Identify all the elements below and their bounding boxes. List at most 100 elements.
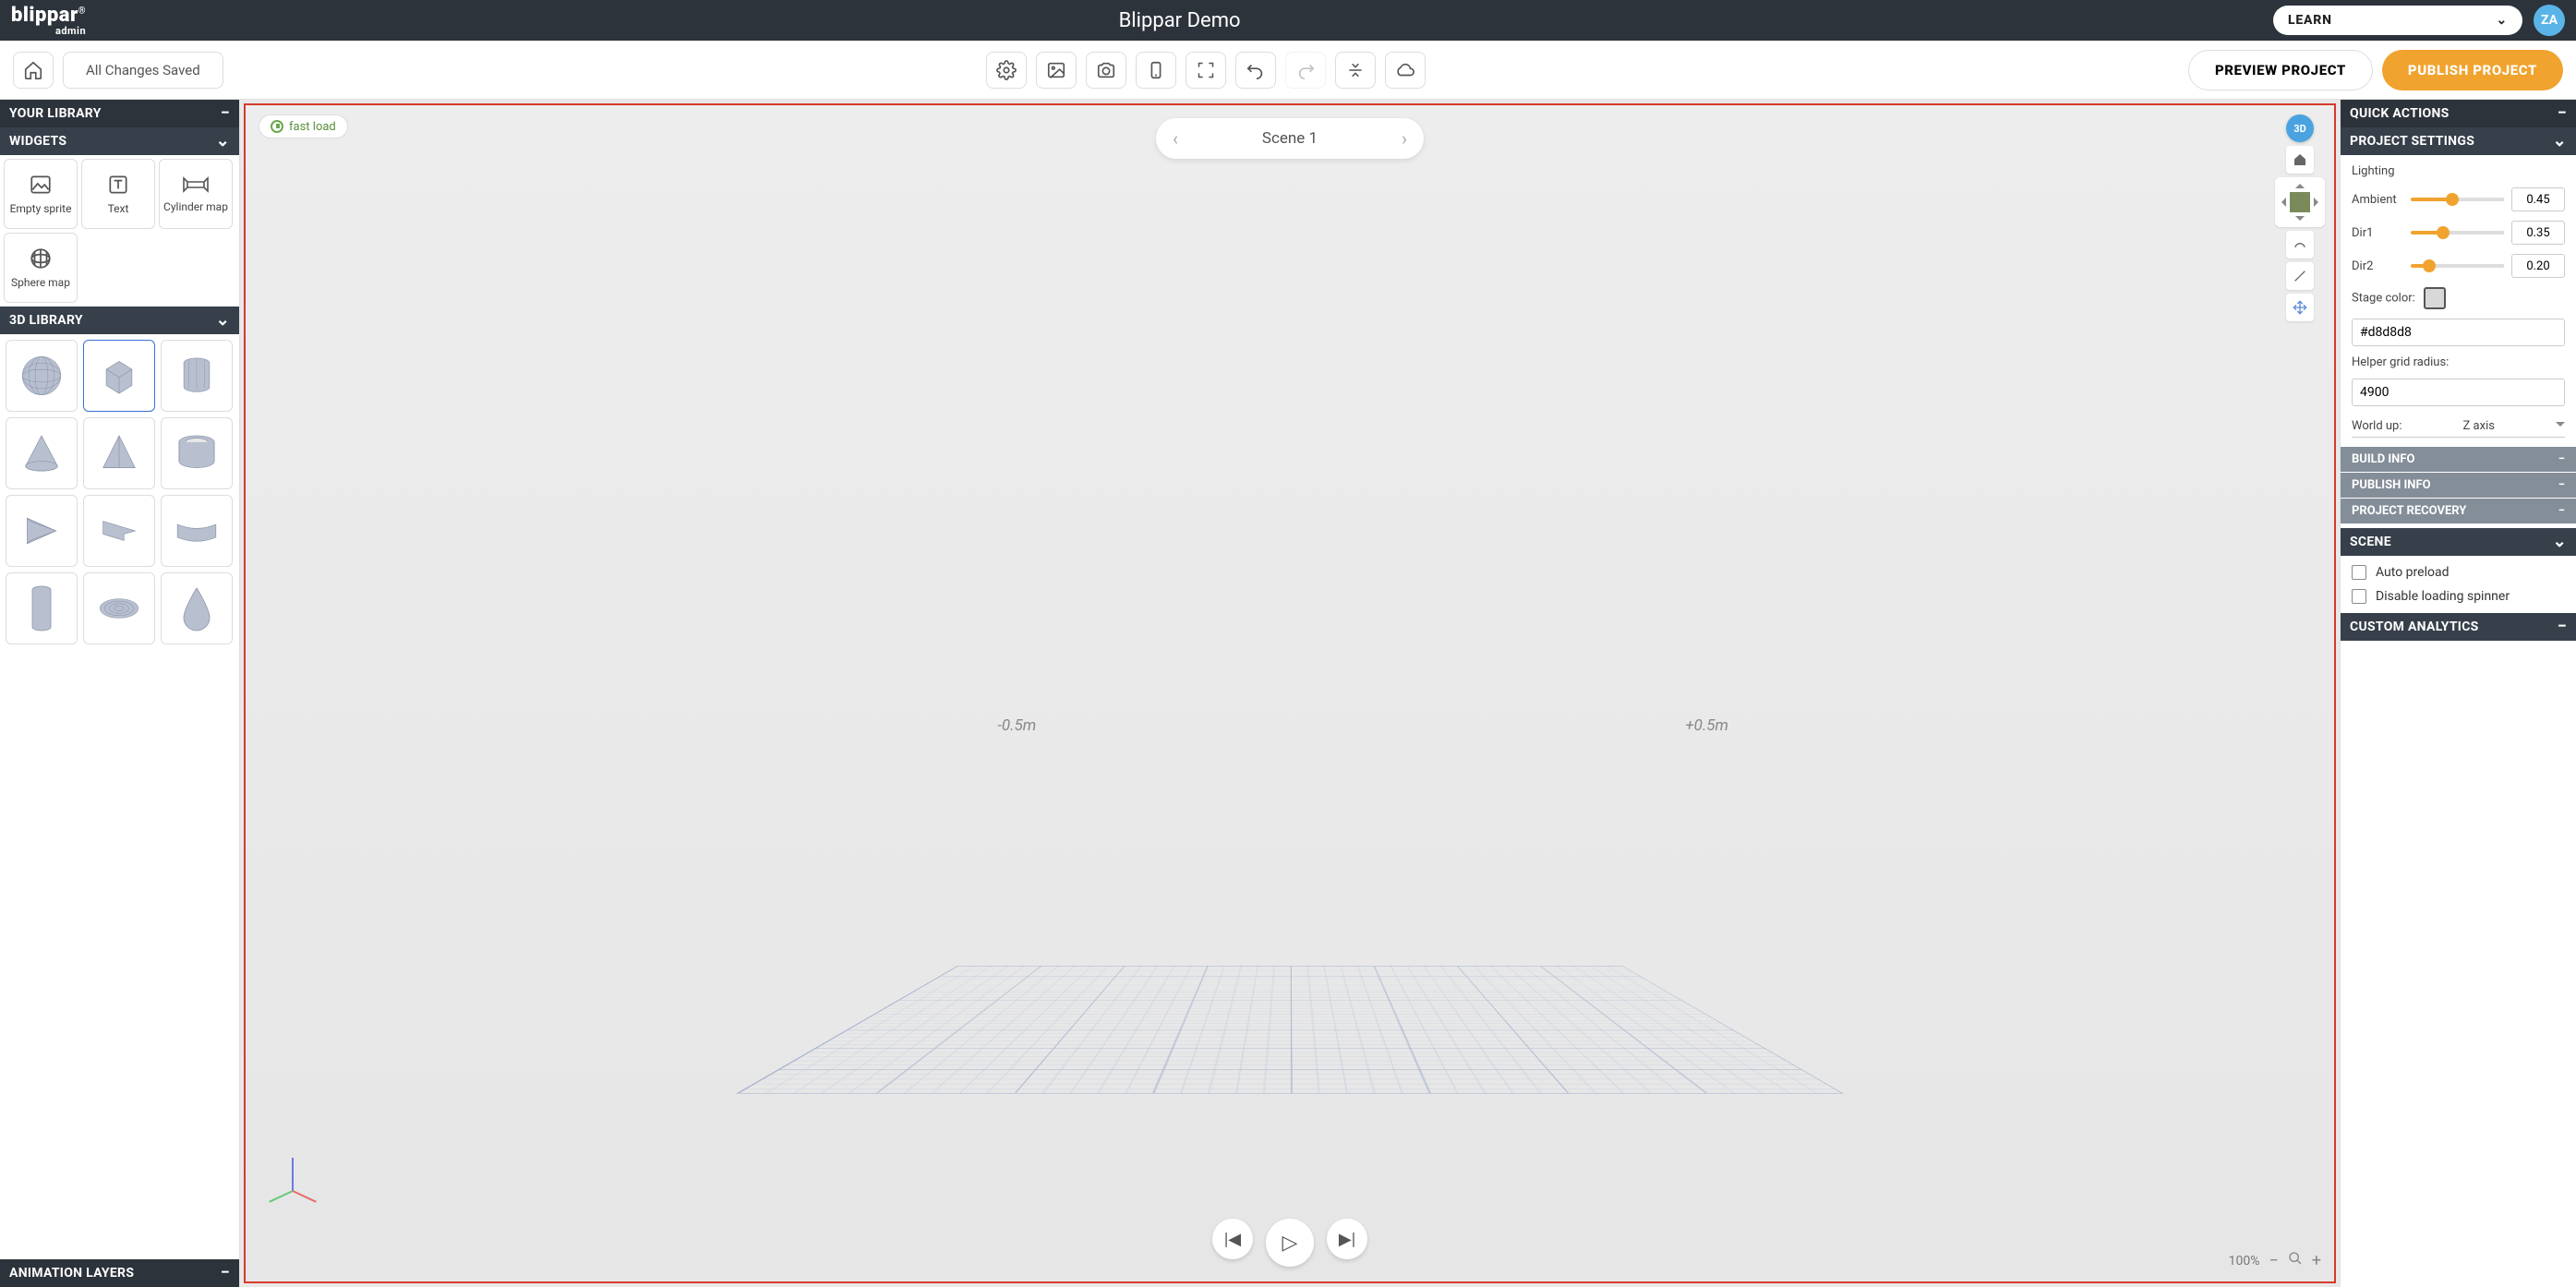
- 3d-library-header[interactable]: 3D LIBRARY ⌄: [0, 307, 239, 334]
- build-info-header[interactable]: BUILD INFO −: [2341, 447, 2576, 473]
- publish-info-label: PUBLISH INFO: [2352, 478, 2431, 492]
- logo-text: blippar: [11, 4, 78, 27]
- quick-actions-header[interactable]: QUICK ACTIONS −: [2341, 100, 2576, 127]
- preview-project-button[interactable]: PREVIEW PROJECT: [2188, 50, 2373, 90]
- shape-sphere[interactable]: [6, 340, 78, 412]
- expand-icon: [1197, 61, 1215, 79]
- skip-forward-button[interactable]: ▶|: [1327, 1219, 1367, 1259]
- stage-color-input[interactable]: [2352, 319, 2565, 346]
- shape-tube[interactable]: [161, 417, 233, 489]
- orbit-button[interactable]: [2286, 231, 2314, 259]
- home-icon: [2293, 152, 2307, 167]
- minus-icon: −: [2558, 452, 2565, 466]
- play-button[interactable]: ▷: [1266, 1219, 1314, 1267]
- 3d-badge[interactable]: 3D: [2286, 114, 2314, 142]
- publish-info-header[interactable]: PUBLISH INFO −: [2341, 473, 2576, 499]
- zoom-reset-button[interactable]: [2288, 1251, 2303, 1270]
- redo-icon: [1295, 60, 1316, 80]
- your-library-header[interactable]: YOUR LIBRARY −: [0, 100, 239, 127]
- scene-header[interactable]: SCENE ⌄: [2341, 528, 2576, 556]
- prev-scene-button[interactable]: ‹: [1173, 127, 1178, 150]
- next-scene-button[interactable]: ›: [1402, 127, 1407, 150]
- shape-cube[interactable]: [83, 340, 155, 412]
- can-icon: [23, 583, 60, 634]
- dir1-slider[interactable]: [2411, 231, 2504, 235]
- shape-ribbon[interactable]: [161, 495, 233, 567]
- user-avatar[interactable]: ZA: [2534, 5, 2565, 36]
- shape-cone[interactable]: [6, 417, 78, 489]
- shape-drop[interactable]: [161, 572, 233, 644]
- project-recovery-label: PROJECT RECOVERY: [2352, 504, 2466, 518]
- checkbox-icon: [2352, 589, 2366, 604]
- chevron-down-icon: ⌄: [2496, 13, 2508, 28]
- shape-can[interactable]: [6, 572, 78, 644]
- scene-navigator: ‹ Scene 1 ›: [1156, 118, 1424, 159]
- project-settings-body: Lighting Ambient Dir1 Dir2 Stage color:: [2341, 155, 2576, 447]
- widgets-header[interactable]: WIDGETS ⌄: [0, 127, 239, 155]
- device-button[interactable]: [1136, 52, 1176, 89]
- top-bar: blippar® admin Blippar Demo LEARN ⌄ ZA: [0, 0, 2576, 41]
- skip-back-button[interactable]: |◀: [1212, 1219, 1253, 1259]
- widget-text[interactable]: Text: [81, 159, 155, 229]
- animation-layers-header[interactable]: ANIMATION LAYERS −: [0, 1259, 239, 1287]
- playback-controls: |◀ ▷ ▶|: [1212, 1219, 1367, 1267]
- zoom-in-button[interactable]: +: [2312, 1251, 2321, 1270]
- undo-button[interactable]: [1235, 52, 1276, 89]
- grid-radius-input[interactable]: [2352, 379, 2565, 406]
- chevron-down-icon: ⌄: [216, 133, 230, 150]
- redo-button[interactable]: [1285, 52, 1326, 89]
- canvas-area[interactable]: fast load ‹ Scene 1 › 3D: [240, 100, 2340, 1287]
- camera-button[interactable]: [1086, 52, 1126, 89]
- cube-icon: [95, 352, 143, 400]
- publish-project-button[interactable]: PUBLISH PROJECT: [2382, 50, 2563, 90]
- arrow-3d-icon: [95, 507, 143, 555]
- cylinder-icon: [173, 352, 221, 400]
- pan-button[interactable]: [2286, 262, 2314, 290]
- cloud-button[interactable]: [1385, 52, 1426, 89]
- widget-empty-sprite[interactable]: Empty sprite: [4, 159, 78, 229]
- shape-play[interactable]: [6, 495, 78, 567]
- ambient-slider[interactable]: [2411, 198, 2504, 201]
- widget-sphere-map[interactable]: Sphere map: [4, 233, 78, 303]
- axis-gizmo: [273, 1143, 329, 1198]
- y-axis: [269, 1190, 293, 1203]
- project-settings-header[interactable]: PROJECT SETTINGS ⌄: [2341, 127, 2576, 155]
- shape-disc[interactable]: [83, 572, 155, 644]
- custom-analytics-header[interactable]: CUSTOM ANALYTICS −: [2341, 613, 2576, 641]
- dir2-slider[interactable]: [2411, 264, 2504, 268]
- fullscreen-button[interactable]: [1186, 52, 1226, 89]
- home-view-button[interactable]: [2286, 146, 2314, 174]
- dir2-input[interactable]: [2511, 254, 2565, 278]
- stage-color-swatch[interactable]: [2424, 287, 2446, 309]
- shape-pyramid[interactable]: [83, 417, 155, 489]
- home-button[interactable]: [13, 52, 54, 89]
- cylinder-map-icon: [182, 174, 210, 195]
- move-button[interactable]: [2286, 294, 2314, 321]
- ambient-input[interactable]: [2511, 187, 2565, 211]
- center-tools: [986, 52, 1426, 89]
- image-button[interactable]: [1036, 52, 1077, 89]
- shape-cylinder[interactable]: [161, 340, 233, 412]
- shape-arrow[interactable]: [83, 495, 155, 567]
- cube-down[interactable]: [2295, 216, 2305, 225]
- dim-left: -0.5m: [997, 716, 1036, 735]
- project-recovery-header[interactable]: PROJECT RECOVERY −: [2341, 499, 2576, 524]
- cube-up[interactable]: [2295, 179, 2305, 188]
- settings-button[interactable]: [986, 52, 1027, 89]
- widget-cylinder-map[interactable]: Cylinder map: [159, 159, 233, 229]
- widget-label: Text: [108, 202, 129, 215]
- auto-preload-checkbox[interactable]: Auto preload: [2352, 565, 2565, 580]
- world-up-select[interactable]: World up: Z axis: [2352, 415, 2565, 438]
- learn-dropdown[interactable]: LEARN ⌄: [2273, 6, 2522, 35]
- nav-cube[interactable]: [2275, 177, 2325, 227]
- toolbar: All Changes Saved PREVIEW PROJECT PUBLIS…: [0, 41, 2576, 100]
- dir1-input[interactable]: [2511, 221, 2565, 245]
- canvas-frame: fast load ‹ Scene 1 › 3D: [244, 103, 2336, 1283]
- collapse-button[interactable]: [1335, 52, 1376, 89]
- zoom-out-button[interactable]: −: [2269, 1251, 2278, 1270]
- move-icon: [2293, 300, 2307, 315]
- disable-spinner-checkbox[interactable]: Disable loading spinner: [2352, 589, 2565, 604]
- cube-right[interactable]: [2314, 198, 2323, 207]
- cone-icon: [18, 429, 66, 477]
- cube-left[interactable]: [2277, 198, 2286, 207]
